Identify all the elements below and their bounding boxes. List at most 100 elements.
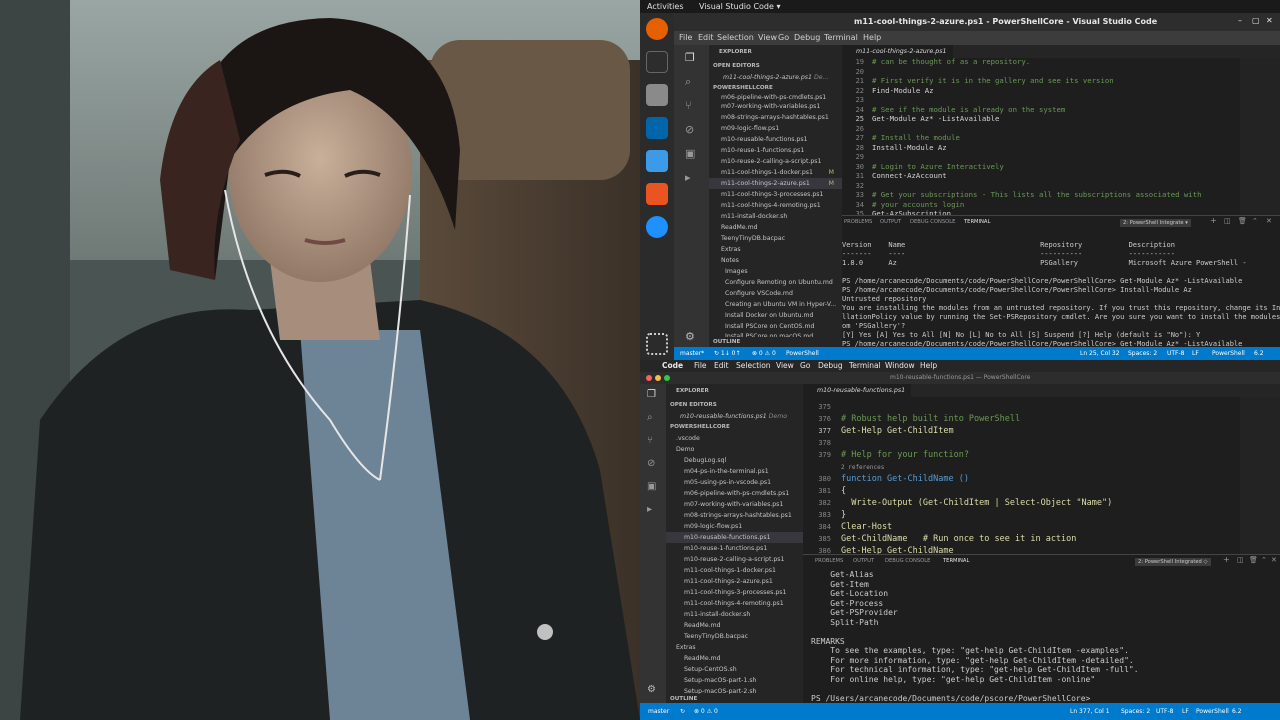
code-editor[interactable]: m10-reusable-functions.ps1 375 376 377 3…: [803, 384, 1280, 554]
tab-debug-console[interactable]: DEBUG CONSOLE: [885, 558, 930, 564]
file-item[interactable]: m11-install-docker.sh: [709, 211, 842, 222]
vscode-icon[interactable]: [646, 117, 668, 139]
folder-vscode[interactable]: .vscode: [666, 433, 803, 444]
sync-indicator[interactable]: ↻ 1↓ 0↑: [714, 350, 741, 357]
sync-indicator[interactable]: ↻: [680, 708, 685, 715]
folder-images[interactable]: Images: [709, 266, 842, 277]
file-item[interactable]: m11-cool-things-1-docker.ps1 M: [709, 167, 842, 178]
terminal-view-icon[interactable]: ▸: [685, 171, 691, 184]
trash-icon[interactable]: 🗑: [1238, 217, 1247, 225]
menu-view[interactable]: View: [776, 361, 794, 370]
file-item[interactable]: ReadMe.md: [709, 222, 842, 233]
folder-notes[interactable]: Notes: [709, 255, 842, 266]
menu-view[interactable]: View: [758, 33, 777, 42]
encoding[interactable]: UTF-8: [1156, 708, 1174, 715]
minimap[interactable]: [1240, 397, 1280, 554]
file-item[interactable]: TeenyTinyDB.bacpac: [666, 631, 803, 642]
gear-icon[interactable]: ⚙: [647, 684, 656, 695]
menu-go[interactable]: Go: [778, 33, 789, 42]
extensions-icon[interactable]: ▣: [647, 481, 656, 492]
file-item[interactable]: m09-logic-flow.ps1: [666, 521, 803, 532]
explorer-icon[interactable]: ❐: [647, 389, 656, 400]
menu-file[interactable]: File: [679, 33, 692, 42]
file-item[interactable]: m10-reuse-1-functions.ps1: [709, 145, 842, 156]
menu-selection[interactable]: Selection: [736, 361, 771, 370]
file-item[interactable]: m10-reusable-functions.ps1: [709, 134, 842, 145]
search-icon[interactable]: ⌕: [685, 75, 691, 89]
code-editor[interactable]: m11-cool-things-2-azure.ps1 19 20 21 22 …: [842, 45, 1280, 218]
close-icon[interactable]: ✕: [1266, 16, 1273, 25]
menu-go[interactable]: Go: [800, 361, 810, 370]
file-item[interactable]: TeenyTinyDB.bacpac: [709, 233, 842, 244]
minimize-icon[interactable]: [655, 375, 661, 381]
app-name[interactable]: Code: [662, 361, 683, 370]
tab-problems[interactable]: PROBLEMS: [844, 219, 872, 225]
debug-icon[interactable]: ⊘: [685, 123, 694, 136]
indentation[interactable]: Spaces: 2: [1128, 350, 1157, 357]
chevron-up-icon[interactable]: ⌃: [1252, 217, 1258, 225]
indentation[interactable]: Spaces: 2: [1121, 708, 1150, 715]
terminal-output[interactable]: Get-Alias Get-Item Get-Location Get-Proc…: [803, 570, 1263, 708]
file-item[interactable]: ReadMe.md: [666, 620, 803, 631]
close-panel-icon[interactable]: ✕: [1266, 217, 1272, 225]
menu-edit[interactable]: Edit: [698, 33, 714, 42]
file-item[interactable]: m11-cool-things-3-processes.ps1: [666, 587, 803, 598]
file-item[interactable]: m07-working-with-variables.ps1: [666, 499, 803, 510]
file-item[interactable]: m11-cool-things-4-remoting.ps1: [709, 200, 842, 211]
project-header[interactable]: POWERSHELLCORE: [666, 422, 803, 433]
split-icon[interactable]: ◫: [1224, 217, 1231, 225]
plus-icon[interactable]: +: [1210, 216, 1217, 225]
terminal-select[interactable]: 2: PowerShell Integrated ◇: [1135, 558, 1211, 566]
file-item[interactable]: m10-reuse-1-functions.ps1: [666, 543, 803, 554]
explorer-icon[interactable]: ❐: [685, 51, 695, 64]
file-item-active[interactable]: m11-cool-things-2-azure.ps1 M: [709, 178, 842, 189]
chevron-up-icon[interactable]: ⌃: [1261, 556, 1267, 564]
file-item[interactable]: m11-install-docker.sh: [666, 609, 803, 620]
close-icon[interactable]: [646, 375, 652, 381]
menu-help[interactable]: Help: [920, 361, 937, 370]
menu-window[interactable]: Window: [885, 361, 915, 370]
tab-terminal[interactable]: TERMINAL: [964, 219, 990, 225]
code-lens[interactable]: 2 references: [841, 464, 884, 471]
file-item[interactable]: ReadMe.md: [666, 653, 803, 664]
app-menu[interactable]: Visual Studio Code ▾: [699, 2, 781, 11]
notes-file[interactable]: Creating an Ubuntu VM in Hyper-V...: [709, 299, 842, 310]
menu-debug[interactable]: Debug: [818, 361, 843, 370]
menu-debug[interactable]: Debug: [794, 33, 820, 42]
notes-file[interactable]: Install Docker on Ubuntu.md: [709, 310, 842, 321]
maximize-icon[interactable]: ▢: [1252, 16, 1260, 25]
tab-output[interactable]: OUTPUT: [853, 558, 874, 564]
terminal-select[interactable]: 2: PowerShell Integrate ▾: [1120, 219, 1191, 227]
terminal-output[interactable]: Version Name Repository Description ----…: [842, 241, 1280, 348]
source-control-icon[interactable]: ⑂: [685, 99, 692, 112]
plus-icon[interactable]: +: [1223, 555, 1230, 564]
source-control-icon[interactable]: ⑂: [647, 435, 653, 446]
tab-problems[interactable]: PROBLEMS: [815, 558, 843, 564]
file-item[interactable]: m07-working-with-variables.ps1: [709, 101, 842, 112]
file-item[interactable]: m11-cool-things-1-docker.ps1: [666, 565, 803, 576]
file-item[interactable]: m11-cool-things-2-azure.ps1: [666, 576, 803, 587]
open-editor-item[interactable]: m10-reusable-functions.ps1 Demo: [666, 411, 803, 422]
help-icon[interactable]: [646, 216, 668, 238]
tab-terminal[interactable]: TERMINAL: [943, 558, 969, 564]
tab-debug-console[interactable]: DEBUG CONSOLE: [910, 219, 955, 225]
terminal-view-icon[interactable]: ▸: [647, 504, 652, 515]
file-item[interactable]: m05-using-ps-in-vscode.ps1: [666, 477, 803, 488]
cursor-position[interactable]: Ln 25, Col 32: [1080, 350, 1120, 357]
problems-indicator[interactable]: ⊗ 0 ⚠ 0: [694, 708, 718, 715]
language-mode[interactable]: PowerShell: [1212, 350, 1245, 357]
notes-file[interactable]: Configure Remoting on Ubuntu.md: [709, 277, 842, 288]
folder-extras[interactable]: Extras: [666, 642, 803, 653]
gear-icon[interactable]: ⚙: [685, 330, 695, 343]
eol[interactable]: LF: [1192, 350, 1199, 357]
file-item[interactable]: m08-strings-arrays-hashtables.ps1: [666, 510, 803, 521]
open-editors-header[interactable]: OPEN EDITORS: [666, 400, 803, 411]
file-item[interactable]: m11-cool-things-3-processes.ps1: [709, 189, 842, 200]
file-item[interactable]: m04-ps-in-the-terminal.ps1: [666, 466, 803, 477]
file-item[interactable]: m10-reuse-2-calling-a-script.ps1: [709, 156, 842, 167]
file-item[interactable]: DebugLog.sql: [666, 455, 803, 466]
files-icon[interactable]: [646, 84, 668, 106]
folder-extras[interactable]: Extras: [709, 244, 842, 255]
tab-output[interactable]: OUTPUT: [880, 219, 901, 225]
search-icon[interactable]: ⌕: [647, 412, 653, 423]
